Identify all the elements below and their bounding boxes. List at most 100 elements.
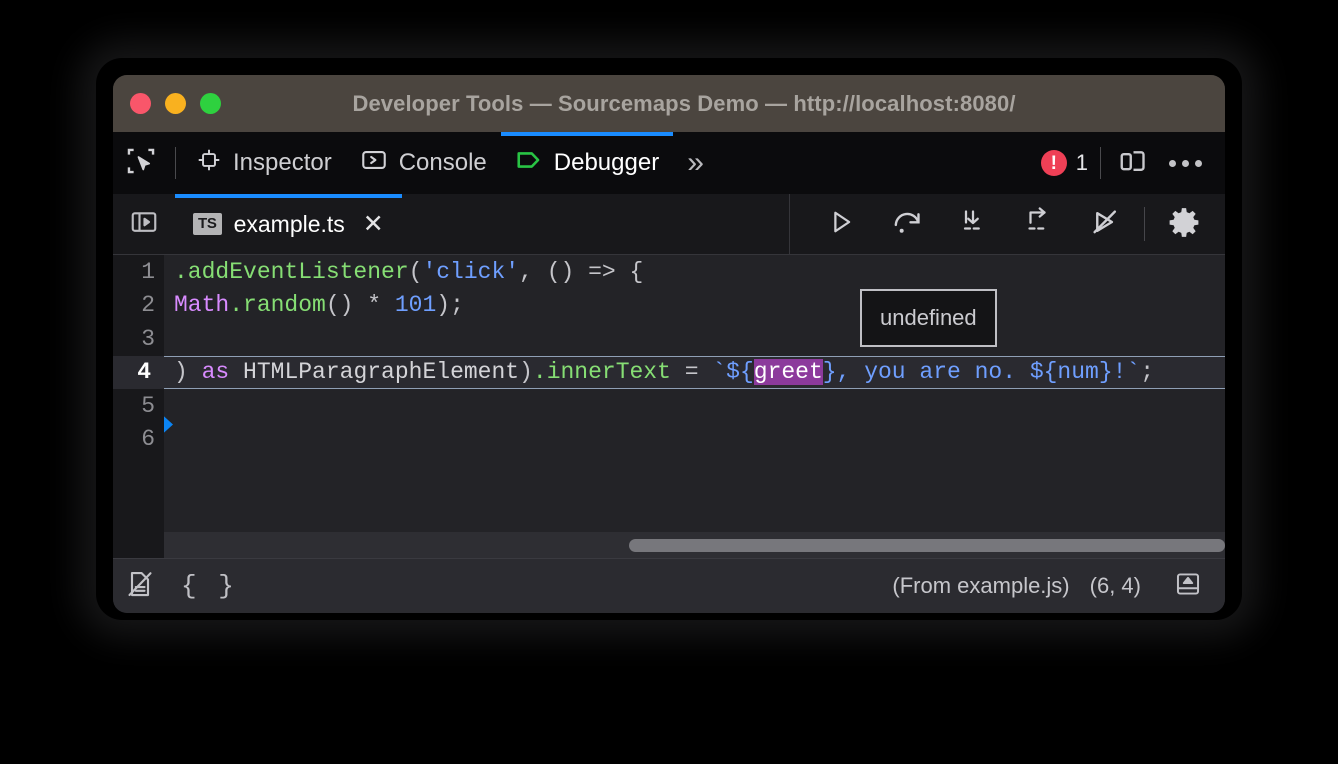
token-tail: ); bbox=[436, 292, 464, 318]
more-tabs-button[interactable]: » bbox=[673, 148, 718, 178]
line-number: 3 bbox=[113, 322, 164, 356]
meatball-menu-icon bbox=[1169, 160, 1202, 167]
error-badge[interactable]: ! 1 bbox=[1041, 150, 1088, 176]
code-line-1[interactable]: 1 .addEventListener('click', () => { bbox=[113, 255, 1225, 289]
step-in-icon bbox=[958, 207, 988, 242]
deactivate-breakpoints-button[interactable] bbox=[1072, 194, 1138, 254]
toggle-split-console-icon bbox=[1174, 570, 1202, 603]
editor-tabbar: TS example.ts ✕ bbox=[113, 194, 1225, 255]
horizontal-scrollbar[interactable] bbox=[164, 532, 1225, 558]
disable-source-map-icon bbox=[125, 569, 155, 604]
token-parens: () bbox=[326, 292, 367, 318]
token-semicolon: ; bbox=[1140, 359, 1154, 385]
token-property: .innerText bbox=[533, 359, 671, 385]
token-type: HTMLParagraphElement bbox=[243, 359, 519, 385]
error-count: 1 bbox=[1076, 150, 1088, 176]
code-line-5[interactable]: 5 bbox=[113, 389, 1225, 423]
debugger-controls bbox=[789, 194, 1225, 254]
debugger-settings-button[interactable] bbox=[1151, 194, 1217, 254]
screenshot-root: Developer Tools — Sourcemaps Demo — http… bbox=[0, 0, 1338, 764]
disable-source-map-button[interactable] bbox=[113, 559, 167, 613]
token-paren: ( bbox=[409, 259, 423, 285]
token-equals: = bbox=[671, 359, 712, 385]
token-keyword-as: as bbox=[202, 359, 243, 385]
traffic-lights bbox=[130, 93, 221, 114]
file-tab-label: example.ts bbox=[234, 211, 345, 238]
typescript-file-icon: TS bbox=[193, 213, 222, 234]
code-line-2[interactable]: 2 Math.random() * 101); bbox=[113, 289, 1225, 323]
toggle-panes-button[interactable] bbox=[113, 194, 175, 254]
token-parens: () bbox=[547, 259, 588, 285]
line-number: 4 bbox=[113, 356, 164, 390]
zoom-window-button[interactable] bbox=[200, 93, 221, 114]
tab-debugger-label: Debugger bbox=[554, 151, 659, 175]
token-operator: * bbox=[367, 292, 395, 318]
gear-icon bbox=[1168, 206, 1200, 243]
token-number: 101 bbox=[395, 292, 436, 318]
code-line-6[interactable]: 6 bbox=[113, 423, 1225, 457]
step-over-icon bbox=[891, 206, 923, 243]
token-comma: , bbox=[519, 259, 547, 285]
editor-statusbar: { } (From example.js) (6, 4) bbox=[113, 558, 1225, 613]
titlebar: Developer Tools — Sourcemaps Demo — http… bbox=[113, 75, 1225, 132]
token-method: .addEventListener bbox=[174, 259, 409, 285]
line-number: 5 bbox=[113, 389, 164, 423]
toggle-panes-icon bbox=[129, 207, 159, 242]
element-picker-icon bbox=[124, 144, 158, 183]
tab-console[interactable]: Console bbox=[346, 132, 501, 194]
token-paren-2: ) bbox=[519, 359, 533, 385]
close-tab-button[interactable]: ✕ bbox=[363, 212, 384, 237]
error-icon: ! bbox=[1041, 150, 1067, 176]
step-out-icon bbox=[1024, 207, 1054, 242]
step-out-button[interactable] bbox=[1006, 194, 1072, 254]
tab-debugger[interactable]: Debugger bbox=[501, 132, 673, 194]
code-text: ) as HTMLParagraphElement).innerText = `… bbox=[164, 359, 1154, 385]
inspector-icon bbox=[196, 147, 222, 180]
token-template-mid: }, you are no. ${num}!` bbox=[823, 359, 1140, 385]
cursor-position-label: (6, 4) bbox=[1090, 573, 1141, 599]
toolbar-separator bbox=[175, 147, 176, 179]
resume-icon bbox=[826, 207, 856, 242]
responsive-design-mode-icon bbox=[1118, 146, 1148, 181]
horizontal-scrollbar-thumb[interactable] bbox=[629, 539, 1225, 552]
tab-inspector-label: Inspector bbox=[233, 151, 332, 175]
resume-button[interactable] bbox=[808, 194, 874, 254]
token-template-start: `${ bbox=[712, 359, 753, 385]
debugger-controls-separator bbox=[1144, 207, 1145, 241]
devtools-window: Developer Tools — Sourcemaps Demo — http… bbox=[113, 75, 1225, 613]
variable-value-tooltip: undefined bbox=[860, 289, 997, 347]
minimize-window-button[interactable] bbox=[165, 93, 186, 114]
window-title: Developer Tools — Sourcemaps Demo — http… bbox=[113, 91, 1225, 117]
toolbar-separator-2 bbox=[1100, 147, 1101, 179]
highlighted-variable-greet[interactable]: greet bbox=[754, 359, 823, 385]
token-arrow: => { bbox=[588, 259, 643, 285]
code-text: .addEventListener('click', () => { bbox=[164, 259, 643, 285]
step-over-button[interactable] bbox=[874, 194, 940, 254]
code-line-4[interactable]: 4 ) as HTMLParagraphElement).innerText =… bbox=[113, 356, 1225, 390]
toggle-split-console-button[interactable] bbox=[1161, 570, 1215, 603]
tab-inspector[interactable]: Inspector bbox=[182, 132, 346, 194]
step-in-button[interactable] bbox=[940, 194, 1006, 254]
token-paren: ) bbox=[174, 359, 202, 385]
source-origin-label: (From example.js) bbox=[892, 573, 1069, 599]
line-number: 1 bbox=[113, 255, 164, 289]
debugger-icon bbox=[515, 146, 543, 181]
code-text: Math.random() * 101); bbox=[164, 292, 464, 318]
element-picker-button[interactable] bbox=[113, 132, 169, 194]
file-tab-example-ts[interactable]: TS example.ts ✕ bbox=[175, 194, 402, 254]
responsive-design-mode-button[interactable] bbox=[1107, 132, 1159, 194]
deactivate-breakpoints-icon bbox=[1089, 206, 1121, 243]
code-line-3[interactable]: 3 bbox=[113, 322, 1225, 356]
line-number: 6 bbox=[113, 423, 164, 457]
devtools-toolbar: Inspector Console bbox=[113, 132, 1225, 194]
console-icon bbox=[360, 146, 388, 181]
code-lines: 1 .addEventListener('click', () => { 2 M… bbox=[113, 255, 1225, 456]
line-number: 2 bbox=[113, 289, 164, 323]
devtools-menu-button[interactable] bbox=[1159, 132, 1211, 194]
source-editor[interactable]: 1 .addEventListener('click', () => { 2 M… bbox=[113, 255, 1225, 558]
pretty-print-button[interactable]: { } bbox=[167, 571, 251, 601]
token-object: Math bbox=[174, 292, 229, 318]
token-string: 'click' bbox=[422, 259, 519, 285]
token-method: .random bbox=[229, 292, 326, 318]
close-window-button[interactable] bbox=[130, 93, 151, 114]
